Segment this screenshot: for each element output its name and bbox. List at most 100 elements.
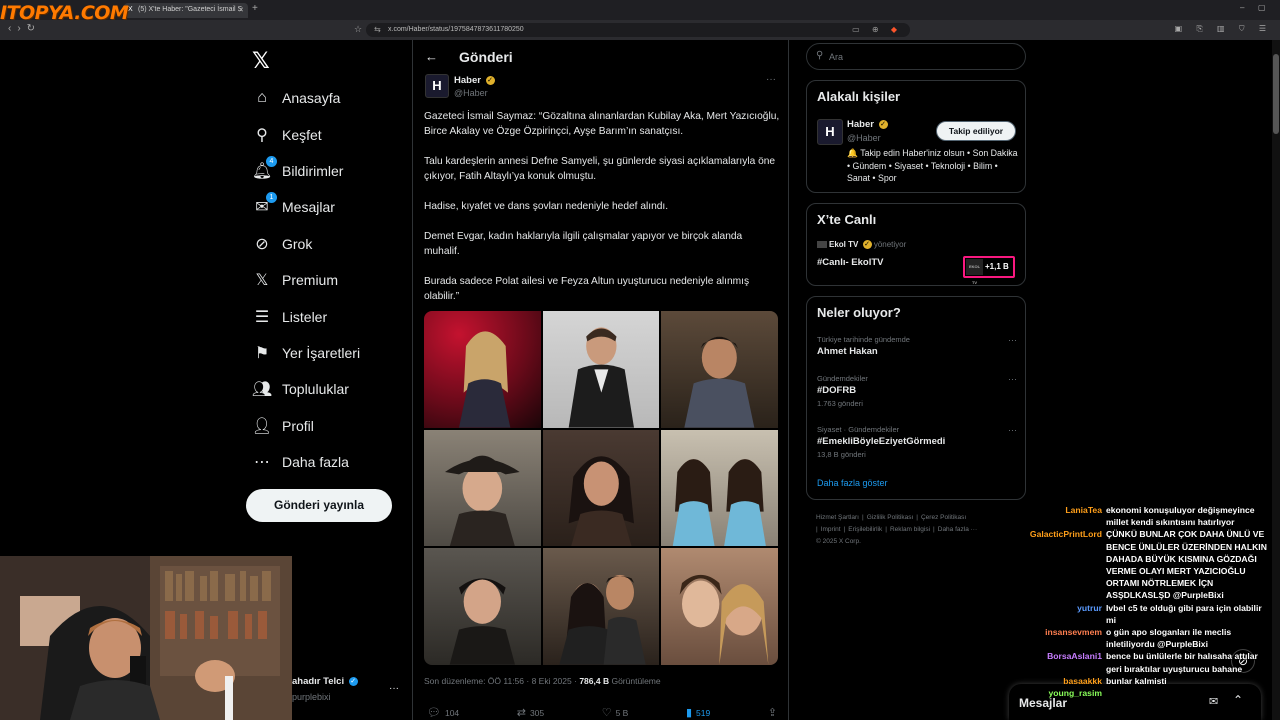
footer-link[interactable]: Erişilebilirlik [848, 526, 882, 533]
author-handle[interactable]: @Haber [454, 88, 488, 98]
new-tab-button[interactable]: + [252, 3, 258, 14]
trend-more-icon[interactable]: ··· [1008, 425, 1017, 435]
trend-item[interactable]: Türkiye tarihinde gündemde Ahmet Hakan ·… [817, 335, 1017, 357]
x-logo-icon[interactable]: 𝕏 [252, 48, 270, 74]
nav-item-profil[interactable]: 👤︎ Profil [250, 408, 360, 444]
nav-item-daha-fazla[interactable]: ⋯ Daha fazla [250, 444, 360, 480]
live-viewers-badge[interactable]: EKOL TV +1,1 B [963, 256, 1015, 285]
reply-button[interactable]: 💬︎ 104 [427, 706, 459, 719]
edited-timestamp[interactable]: Son düzenleme: ÖÖ 11:56 · 8 Eki 2025 · [424, 676, 577, 686]
url-actions-icons[interactable]: ▭ ⊕ ◆ [852, 25, 902, 34]
related-name-row[interactable]: Haber ✓ [847, 119, 888, 130]
nav-item-grok[interactable]: ⊘ Grok [250, 226, 360, 262]
nav-item-premium[interactable]: 𝕏 Premium [250, 262, 360, 298]
media-photo-1[interactable] [424, 311, 541, 428]
related-people-panel: Alakalı kişiler H Haber ✓ @Haber Takip e… [806, 80, 1026, 193]
media-photo-5[interactable] [542, 429, 660, 547]
search-input[interactable]: ⚲ Ara [806, 43, 1026, 70]
media-grid[interactable] [424, 311, 778, 665]
stream-chat-overlay: LaniaTea ekonomi konuşuluyor değişmeyince… [1010, 504, 1274, 699]
post-actions: 💬︎ 104 ⇄ 305 ♡ 5 B ▮ 519 ⇪ [427, 706, 777, 719]
media-photo-2[interactable] [542, 311, 660, 428]
chat-username: insansevmem [1045, 627, 1102, 638]
post-button[interactable]: Gönderi yayınla [246, 489, 392, 522]
footer-link[interactable]: Daha fazla ··· [938, 526, 977, 533]
bookmark-icon: ⚑ [254, 344, 270, 362]
list-icon: ☰ [254, 308, 270, 326]
share-button[interactable]: ⇪ [768, 706, 777, 719]
nav-item-topluluklar[interactable]: 👥︎ Topluluklar [250, 371, 360, 407]
footer-link[interactable]: Imprint [821, 526, 841, 533]
back-arrow-icon[interactable]: ← [425, 49, 438, 64]
trend-name: Ahmet Hakan [817, 346, 878, 357]
bell-icon: 🔔︎ 4 [250, 155, 277, 181]
related-avatar[interactable]: H [817, 119, 843, 145]
notification-badge: 1 [266, 192, 277, 204]
like-button[interactable]: ♡ 5 B [602, 706, 629, 719]
footer-link[interactable]: Çerez Politikası [921, 514, 966, 521]
maximize-icon[interactable]: ▢ [1258, 3, 1266, 12]
bookmark-page-icon[interactable]: ☆ [354, 24, 362, 35]
chat-text: ÇÜNKÜ BUNLAR ÇOK DAHA ÜNLÜ VE BENCE ÜNLÜ… [1106, 529, 1267, 601]
browser-tab[interactable]: X (5) X'te Haber: "Gazeteci İsmail S ✕ [124, 3, 248, 18]
media-photo-7[interactable] [424, 548, 541, 665]
nav-item-label: Mesajlar [282, 199, 335, 216]
verified-badge-icon: ✓ [862, 240, 872, 250]
following-button[interactable]: Takip ediliyor [936, 121, 1016, 141]
account-handle[interactable]: purplebixi [292, 692, 331, 702]
nav-item-yer-i̇şaretleri[interactable]: ⚑ Yer İşaretleri [250, 335, 360, 371]
media-photo-8[interactable] [542, 548, 660, 665]
footer-link[interactable]: Reklam bilgisi [890, 526, 930, 533]
heart-icon: ♡ [601, 707, 612, 719]
site-info-icon[interactable]: ⇆ [374, 25, 381, 34]
scrollbar-thumb[interactable] [1273, 54, 1279, 134]
nav-item-label: Bildirimler [282, 162, 344, 179]
nav-item-keşfet[interactable]: ⚲ Keşfet [250, 116, 360, 152]
chat-message: BorsaAslani1 bence bu ünlülerle bir halıs… [1010, 650, 1274, 674]
account-more-icon[interactable]: ··· [389, 683, 399, 694]
close-tab-icon[interactable]: ✕ [238, 6, 244, 14]
footer-separator: | [933, 526, 935, 533]
media-photo-3[interactable] [661, 311, 778, 428]
live-channel-row[interactable]: Ekol TV ✓ yönetiyor [817, 240, 907, 250]
tweet-paragraph: Hadise, kıyafet ve dans şovları nedeniyl… [424, 201, 669, 212]
nav-item-anasayfa[interactable]: ⌂ Anasayfa [250, 80, 360, 116]
profile-icon: 👤︎ [251, 417, 273, 435]
bookmark-button[interactable]: ▮ 519 [686, 706, 710, 719]
author-avatar[interactable]: H [425, 74, 449, 98]
url-field[interactable]: ⇆ x.com/Haber/status/1975847873611780250… [366, 23, 910, 37]
trend-item[interactable]: Gündemdekiler #DOFRB 1.763 gönderi ··· [817, 374, 1017, 408]
browser-toolbar-icons[interactable]: ▣ ⎘ ▥ ⛉ ☰ [1175, 24, 1272, 34]
trend-more-icon[interactable]: ··· [1008, 374, 1017, 384]
footer-link[interactable]: Gizlilik Politikası [867, 514, 914, 521]
author-name-row[interactable]: Haber ✓ [454, 75, 495, 86]
trend-more-icon[interactable]: ··· [1008, 335, 1017, 345]
live-viewer-count: +1,1 B [985, 262, 1009, 271]
show-more-link[interactable]: Daha fazla göster [817, 478, 888, 488]
more-options-icon[interactable]: ··· [766, 74, 776, 85]
nav-item-listeler[interactable]: ☰ Listeler [250, 298, 360, 334]
media-photo-4[interactable] [424, 429, 541, 547]
minimize-icon[interactable]: – [1240, 3, 1244, 12]
communities-icon: 👥︎ [251, 381, 273, 399]
trend-name: #DOFRB [817, 385, 857, 396]
media-photo-9[interactable] [661, 548, 778, 665]
live-suffix: yönetiyor [873, 240, 907, 249]
media-photo-6[interactable] [661, 429, 778, 547]
live-stream-title[interactable]: #Canlı- EkolTV [817, 257, 884, 268]
browser-tab-bar: X (5) X'te Haber: "Gazeteci İsmail S ✕ +… [0, 0, 1280, 20]
trend-item[interactable]: Siyaset · Gündemdekiler #EmekliBöyleEziy… [817, 425, 1017, 459]
trend-context: Türkiye tarihinde gündemde [817, 335, 910, 344]
nav-item-mesajlar[interactable]: ✉ 1 Mesajlar [250, 189, 360, 225]
footer-link[interactable]: Hizmet Şartları [816, 514, 859, 521]
footer-link[interactable]: © 2025 X Corp. [816, 538, 861, 545]
related-handle[interactable]: @Haber [847, 133, 881, 143]
repost-button[interactable]: ⇄ 305 [517, 706, 544, 719]
back-forward-reload-icons[interactable]: ‹›↻ [8, 23, 41, 34]
nav-item-label: Listeler [282, 308, 328, 325]
account-switcher-name[interactable]: ahadır Telci ✓ [292, 676, 358, 687]
nav-item-bildirimler[interactable]: 🔔︎ 4 Bildirimler [250, 153, 360, 189]
like-count: 5 B [615, 707, 629, 718]
tab-title: (5) X'te Haber: "Gazeteci İsmail S [138, 6, 243, 13]
chat-username: yutrur [1077, 602, 1102, 613]
